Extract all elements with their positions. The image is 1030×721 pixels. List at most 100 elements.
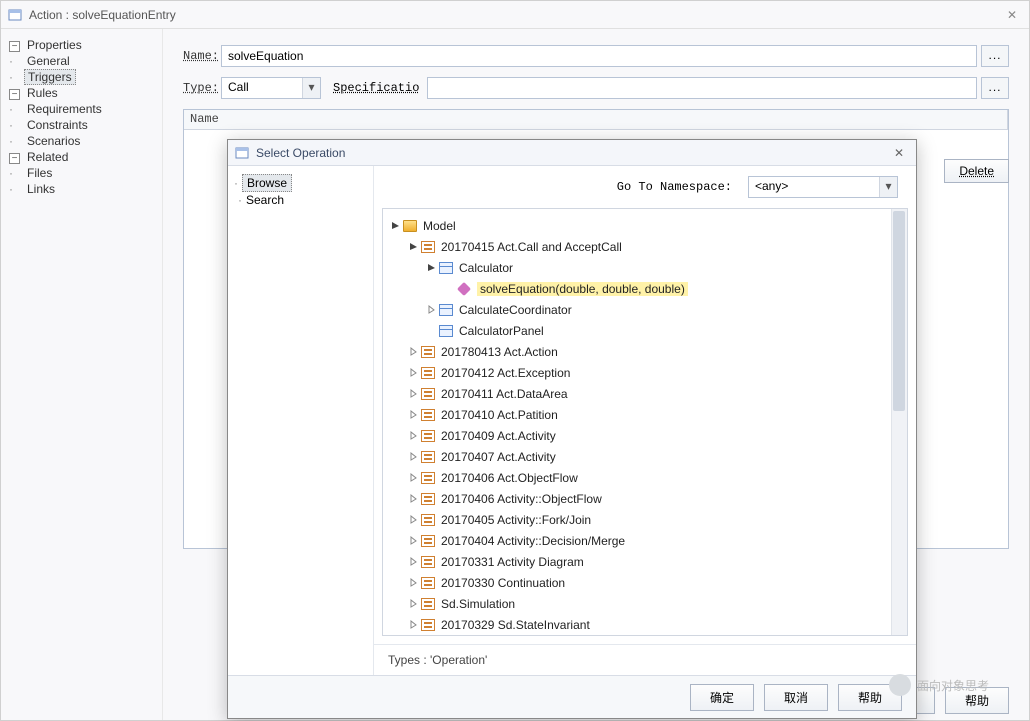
tree-properties[interactable]: −Properties [5, 37, 158, 53]
tree-links[interactable]: ·Links [5, 181, 158, 197]
namespace-dropdown[interactable]: <any> ▾ [748, 176, 898, 198]
cls-icon [439, 325, 453, 337]
tree-package-11[interactable]: 20170330 Continuation [389, 572, 903, 593]
action-dialog: Action : solveEquationEntry ✕ −Propertie… [0, 0, 1030, 721]
titlebar: Action : solveEquationEntry ✕ [1, 1, 1029, 29]
specification-input[interactable] [427, 77, 977, 99]
modal-tab-list: ·Browse ·Search [228, 166, 374, 675]
name-label: Name: [183, 49, 221, 63]
window-close-icon[interactable]: ✕ [1001, 8, 1023, 22]
tree-package-9[interactable]: 20170404 Activity::Decision/Merge [389, 530, 903, 551]
tree-package-8[interactable]: 20170405 Activity::Fork/Join [389, 509, 903, 530]
mod-icon [421, 430, 435, 442]
tree-class-calculator[interactable]: Calculator [389, 257, 903, 278]
collapse-icon[interactable]: − [9, 89, 20, 100]
tree-rules[interactable]: −Rules [5, 85, 158, 101]
expand-icon[interactable] [407, 367, 419, 379]
scrollbar[interactable] [891, 209, 907, 635]
tree-triggers[interactable]: ·Triggers [5, 69, 158, 85]
tree-package[interactable]: 20170415 Act.Call and AcceptCall [389, 236, 903, 257]
modal-close-icon[interactable]: ✕ [888, 146, 910, 160]
mod-icon [421, 451, 435, 463]
delete-button[interactable]: Delete [944, 159, 1009, 183]
specification-label: Specificatio [333, 81, 419, 95]
mod-icon [421, 367, 435, 379]
tree-package-1[interactable]: 20170412 Act.Exception [389, 362, 903, 383]
chevron-down-icon[interactable]: ▾ [879, 177, 897, 197]
tree-package-3[interactable]: 20170410 Act.Patition [389, 404, 903, 425]
tab-search[interactable]: ·Search [234, 192, 367, 208]
col-name[interactable]: Name [184, 110, 1008, 129]
tree-package-4[interactable]: 20170409 Act.Activity [389, 425, 903, 446]
expand-icon[interactable] [407, 409, 419, 421]
tree-related[interactable]: −Related [5, 149, 158, 165]
expand-icon[interactable] [407, 514, 419, 526]
expand-icon[interactable] [407, 577, 419, 589]
expand-icon[interactable] [407, 430, 419, 442]
collapse-icon[interactable]: − [9, 41, 20, 52]
modal-help-button[interactable]: 帮助 [838, 684, 902, 711]
mod-icon [421, 598, 435, 610]
tree-class-panel[interactable]: CalculatorPanel [389, 320, 903, 341]
mod-icon [421, 577, 435, 589]
select-operation-dialog: Select Operation ✕ ·Browse ·Search Go To… [227, 139, 917, 719]
tree-class-coordinator[interactable]: CalculateCoordinator [389, 299, 903, 320]
scroll-thumb[interactable] [893, 211, 905, 411]
cls-icon [439, 262, 453, 274]
properties-tree: −Properties ·General ·Triggers −Rules ·R… [1, 29, 163, 720]
namespace-label: Go To Namespace: [617, 180, 732, 194]
collapse-icon[interactable] [407, 241, 419, 253]
ok-button[interactable]: 确定 [690, 684, 754, 711]
type-label: Type: [183, 81, 221, 95]
type-dropdown[interactable]: Call ▾ [221, 77, 321, 99]
expand-icon[interactable] [407, 346, 419, 358]
expand-icon[interactable] [407, 493, 419, 505]
tree-package-0[interactable]: 201780413 Act.Action [389, 341, 903, 362]
name-browse-button[interactable]: ... [981, 45, 1009, 67]
dialog-icon [234, 145, 250, 161]
types-filter: Types : 'Operation' [374, 644, 916, 675]
expand-icon[interactable] [407, 472, 419, 484]
tree-requirements[interactable]: ·Requirements [5, 101, 158, 117]
mod-icon [421, 388, 435, 400]
action-icon [7, 7, 23, 23]
expand-icon[interactable] [407, 619, 419, 631]
tree-package-6[interactable]: 20170406 Act.ObjectFlow [389, 467, 903, 488]
tree-package-7[interactable]: 20170406 Activity::ObjectFlow [389, 488, 903, 509]
tree-package-2[interactable]: 20170411 Act.DataArea [389, 383, 903, 404]
tab-browse[interactable]: ·Browse [234, 174, 367, 192]
tree-model[interactable]: Model [389, 215, 903, 236]
op-icon [457, 281, 471, 295]
tree-package-10[interactable]: 20170331 Activity Diagram [389, 551, 903, 572]
collapse-icon[interactable] [425, 262, 437, 274]
name-input[interactable] [221, 45, 977, 67]
expand-icon[interactable] [407, 535, 419, 547]
collapse-icon[interactable]: − [9, 153, 20, 164]
expand-icon[interactable] [425, 304, 437, 316]
mod-icon [421, 619, 435, 631]
cancel-button[interactable]: 取消 [764, 684, 828, 711]
tree-package-5[interactable]: 20170407 Act.Activity [389, 446, 903, 467]
tree-package-13[interactable]: 20170329 Sd.StateInvariant [389, 614, 903, 635]
mod-icon [421, 346, 435, 358]
expand-icon[interactable] [407, 556, 419, 568]
expand-icon[interactable] [407, 598, 419, 610]
mod-icon [421, 556, 435, 568]
modal-title: Select Operation [256, 146, 888, 160]
tree-operation-solveequation[interactable]: solveEquation(double, double, double) [389, 278, 903, 299]
grid-header: Name [184, 110, 1008, 130]
collapse-icon[interactable] [389, 220, 401, 232]
chevron-down-icon[interactable]: ▾ [302, 78, 320, 98]
tree-constraints[interactable]: ·Constraints [5, 117, 158, 133]
mod-icon [421, 535, 435, 547]
expand-icon[interactable] [407, 388, 419, 400]
spacer [425, 325, 437, 337]
operation-tree[interactable]: Model 20170415 Act.Call and AcceptCall C… [382, 208, 908, 636]
expand-icon[interactable] [407, 451, 419, 463]
tree-files[interactable]: ·Files [5, 165, 158, 181]
help-button[interactable]: 帮助 [945, 687, 1009, 714]
tree-package-12[interactable]: Sd.Simulation [389, 593, 903, 614]
tree-scenarios[interactable]: ·Scenarios [5, 133, 158, 149]
tree-general[interactable]: ·General [5, 53, 158, 69]
specification-browse-button[interactable]: ... [981, 77, 1009, 99]
